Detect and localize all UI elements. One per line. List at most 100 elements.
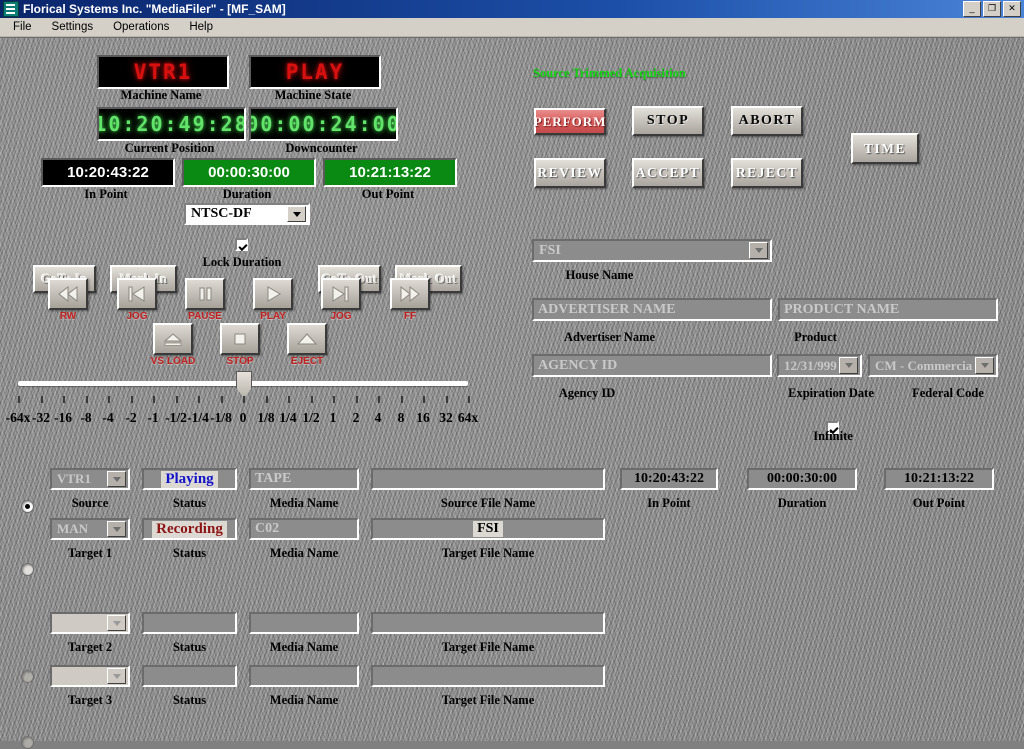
time-button[interactable]: TIME <box>851 133 919 164</box>
table-row[interactable] <box>21 670 34 683</box>
fast-forward-button[interactable] <box>390 278 430 310</box>
target3-media-field[interactable] <box>249 665 359 687</box>
target1-status-box: Recording <box>142 518 237 540</box>
play-label: PLAY <box>260 311 286 322</box>
table-row[interactable] <box>21 563 34 576</box>
shuttle-tick <box>423 396 425 403</box>
target2-media-field[interactable] <box>249 612 359 634</box>
current-position-display: 10:20:49:28 <box>97 107 246 141</box>
reject-button[interactable]: REJECT <box>731 158 803 188</box>
review-button[interactable]: REVIEW <box>534 158 606 188</box>
house-name-combo[interactable]: FSI <box>532 239 772 262</box>
application-window: Florical Systems Inc. "MediaFiler" - [MF… <box>0 0 1024 749</box>
source-out-point-field[interactable]: 10:21:13:22 <box>884 468 994 490</box>
shuttle-scale-label: 32 <box>439 410 453 425</box>
agency-id-field[interactable]: AGENCY ID <box>532 354 772 377</box>
target1-file-value: FSI <box>473 521 503 537</box>
chevron-down-icon[interactable] <box>749 242 768 259</box>
shuttle-tick <box>401 396 403 403</box>
machine-name-display: VTR1 <box>97 55 229 89</box>
shuttle-scale-label: 8 <box>397 410 405 425</box>
target1-media-field[interactable]: C02 <box>249 518 359 540</box>
target3-status-field[interactable] <box>142 665 237 687</box>
target1-file-field[interactable]: FSI <box>371 518 605 540</box>
source-media-field[interactable]: TAPE <box>249 468 359 490</box>
minimize-icon: _ <box>969 2 975 13</box>
target3-file-field[interactable] <box>371 665 605 687</box>
in-point-label: In Point <box>84 187 128 201</box>
target3-device-combo[interactable] <box>50 665 130 687</box>
chevron-down-icon[interactable] <box>107 521 126 537</box>
menu-settings[interactable]: Settings <box>43 20 103 34</box>
chevron-down-icon[interactable] <box>839 357 858 374</box>
rewind-button[interactable] <box>48 278 88 310</box>
pause-label: PAUSE <box>188 311 222 322</box>
downcounter-label: Downcounter <box>285 141 358 155</box>
fast-forward-label: FF <box>403 311 417 322</box>
source-file-field[interactable] <box>371 468 605 490</box>
jog-forward-button[interactable] <box>321 278 361 310</box>
product-label: Product <box>794 330 837 344</box>
in-point-value[interactable]: 10:20:43:22 <box>41 158 175 187</box>
timecode-standard-combo[interactable]: NTSC-DF <box>184 203 310 225</box>
shuttle-ticks <box>18 396 470 404</box>
close-button[interactable]: ✕ <box>1003 1 1021 17</box>
shuttle-scale-label: -4 <box>102 410 114 425</box>
target2-file-field[interactable] <box>371 612 605 634</box>
out-point-value[interactable]: 10:21:13:22 <box>323 158 457 187</box>
vs-load-button[interactable] <box>153 323 193 355</box>
expiration-date-combo[interactable]: 12/31/9999 <box>777 354 862 377</box>
source-status-label: Status <box>172 496 207 510</box>
target3-media-label: Media Name <box>269 693 339 707</box>
fast-forward-icon <box>400 286 420 302</box>
shuttle-tick <box>108 396 110 403</box>
minimize-button[interactable]: _ <box>963 1 981 17</box>
stop-label: STOP <box>226 356 254 367</box>
source-device-combo[interactable]: VTR1 <box>50 468 130 490</box>
shuttle-tick <box>333 396 335 403</box>
target1-device-combo[interactable]: MAN <box>50 518 130 540</box>
product-field[interactable]: PRODUCT NAME <box>778 298 998 321</box>
menu-bar: File Settings Operations Help <box>0 18 1024 37</box>
menu-help[interactable]: Help <box>180 20 222 34</box>
restore-button[interactable]: ❐ <box>983 1 1001 17</box>
target3-status-label: Status <box>172 693 207 707</box>
source-device-value: VTR1 <box>57 471 91 486</box>
source-in-point-field[interactable]: 10:20:43:22 <box>620 468 718 490</box>
advertiser-field[interactable]: ADVERTISER NAME <box>532 298 772 321</box>
jog-back-button[interactable] <box>117 278 157 310</box>
abort-button[interactable]: ABORT <box>731 106 803 136</box>
chevron-down-icon[interactable] <box>107 615 126 631</box>
menu-file[interactable]: File <box>4 20 41 34</box>
target1-status-label: Status <box>172 546 207 560</box>
chevron-down-icon[interactable] <box>287 206 306 222</box>
stop-button[interactable] <box>220 323 260 355</box>
target2-device-combo[interactable] <box>50 612 130 634</box>
table-row[interactable] <box>21 736 34 749</box>
accept-button[interactable]: ACCEPT <box>632 158 704 188</box>
source-duration-field[interactable]: 00:00:30:00 <box>747 468 857 490</box>
chevron-down-icon[interactable] <box>107 668 126 684</box>
duration-label: Duration <box>222 187 272 201</box>
lock-duration-checkbox[interactable] <box>235 238 248 251</box>
target2-status-field[interactable] <box>142 612 237 634</box>
perform-button[interactable]: PERFORM <box>534 108 606 135</box>
stop-acquisition-button[interactable]: STOP <box>632 106 704 136</box>
chevron-down-icon[interactable] <box>107 471 126 487</box>
menu-operations[interactable]: Operations <box>104 20 178 34</box>
duration-value[interactable]: 00:00:30:00 <box>182 158 316 187</box>
shuttle-scale-label: -64x <box>5 410 31 425</box>
shuttle-tick <box>378 396 380 403</box>
source-file-label: Source File Name <box>440 496 536 510</box>
shuttle-tick <box>446 396 448 403</box>
pause-button[interactable] <box>185 278 225 310</box>
shuttle-slider-thumb[interactable] <box>236 371 252 398</box>
chevron-down-icon[interactable] <box>975 357 994 374</box>
table-row[interactable] <box>21 500 34 513</box>
source-status-value: Playing <box>161 470 218 488</box>
acquisition-header: Source Trimmed Acquisition <box>533 66 686 80</box>
federal-code-combo[interactable]: CM - Commercial <box>868 354 998 377</box>
eject-button[interactable] <box>287 323 327 355</box>
play-button[interactable] <box>253 278 293 310</box>
shuttle-scale-label: 0 <box>239 410 247 425</box>
